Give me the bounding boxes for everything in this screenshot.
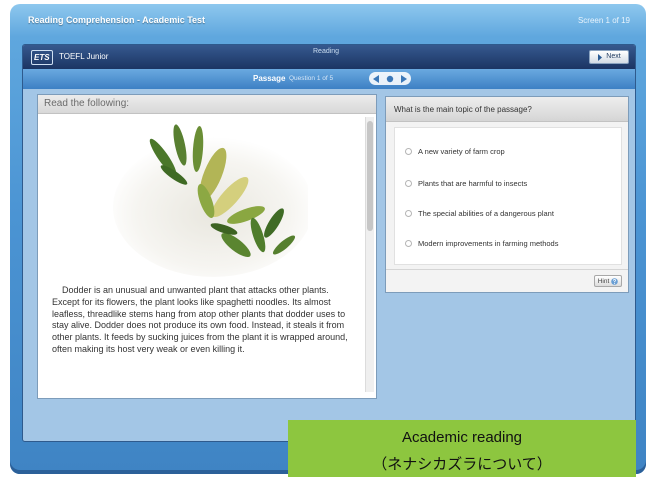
next-button[interactable]: Next [589,50,629,64]
answer-option-b[interactable]: Plants that are harmful to insects [405,176,527,190]
current-dot-icon [386,75,394,82]
answer-options: A new variety of farm crop Plants that a… [394,127,622,265]
question-footer-divider [386,269,628,270]
answer-option-label: Plants that are harmful to insects [418,178,528,188]
question-nav [369,72,411,85]
tab-passage[interactable]: Passage [253,74,285,83]
caption-line-1: Academic reading [401,429,523,446]
chevron-right-icon [598,53,603,61]
answer-option-d[interactable]: Modern improvements in farming methods [405,236,558,250]
question-prompt: What is the main topic of the passage? [394,105,532,114]
screen-counter: Screen 1 of 19 [577,16,630,25]
app-header: ETS TOEFL Junior Reading Next [23,45,635,69]
question-header: What is the main topic of the passage? [386,97,628,122]
ets-logo: ETS [31,50,53,65]
arrow-left-icon[interactable] [372,74,380,83]
passage-text: Dodder is an unusual and unwanted plant … [52,285,348,354]
radio-icon[interactable] [405,239,412,247]
passage-header: Read the following: [38,95,376,114]
section-title: Reading [313,48,340,55]
dodder-plant-image [113,124,308,277]
hint-button[interactable]: Hint [594,275,622,287]
question-panel: What is the main topic of the passage? A… [385,96,629,293]
radio-icon[interactable] [405,179,412,187]
passage-heading: Read the following: [44,98,130,109]
radio-icon[interactable] [405,209,412,217]
scrollbar-thumb[interactable] [367,121,373,231]
passage-panel: Read the following: Dodder is an unusual… [37,94,377,399]
answer-option-c[interactable]: The special abilities of a dangerous pla… [405,206,554,220]
caption-line-2: （ネナシカズラについて） [372,456,552,473]
answer-option-label: The special abilities of a dangerous pla… [418,208,554,218]
answer-option-label: A new variety of farm crop [418,146,505,156]
app-window-frame: Reading Comprehension - Academic Test Sc… [10,4,646,474]
answer-option-label: Modern improvements in farming methods [418,238,559,248]
passage-scrollbar[interactable] [365,117,374,392]
next-button-label: Next [606,53,621,60]
test-window: ETS TOEFL Junior Reading Next Passage Qu… [22,44,636,442]
answer-option-a[interactable]: A new variety of farm crop [405,144,505,158]
window-title: Reading Comprehension - Academic Test [28,15,206,25]
radio-icon[interactable] [405,147,412,155]
caption-overlay: Academic reading （ネナシカズラについて） [288,420,636,477]
arrow-right-icon[interactable] [400,74,408,83]
question-icon [611,277,619,285]
question-progress: Question 1 of 5 [289,75,334,82]
tab-strip: Passage Question 1 of 5 [23,69,635,89]
product-name: TOEFL Junior [59,52,109,61]
hint-button-label: Hint [597,277,610,285]
